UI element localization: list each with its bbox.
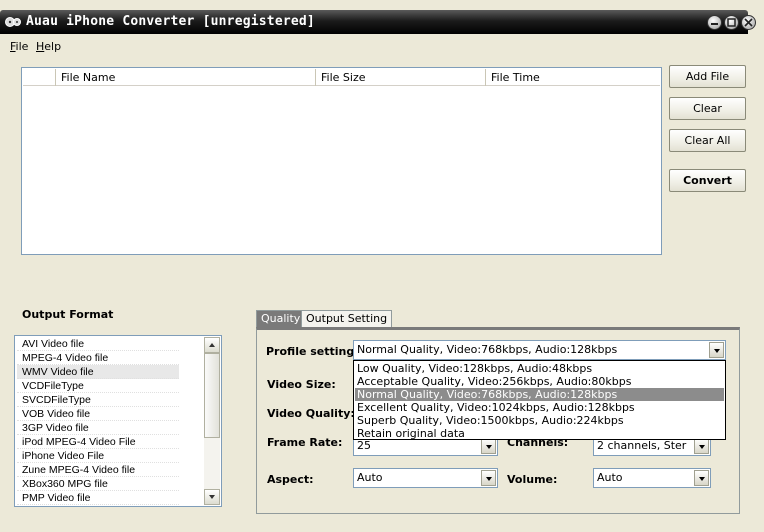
profile-option[interactable]: Superb Quality, Video:1500kbps, Audio:22… bbox=[355, 414, 724, 427]
column-header-select[interactable] bbox=[23, 69, 56, 86]
profile-option-highlighted[interactable]: Normal Quality, Video:768kbps, Audio:128… bbox=[355, 388, 724, 401]
video-quality-label: Video Quality: bbox=[267, 407, 355, 420]
clear-button[interactable]: Clear bbox=[669, 97, 746, 120]
format-item[interactable]: PMP Video file bbox=[17, 491, 179, 505]
frame-rate-value: 25 bbox=[357, 439, 371, 452]
format-item[interactable]: XBox360 MPG file bbox=[17, 477, 179, 491]
app-window: Auau iPhone Converter [unregistered] Fil… bbox=[0, 0, 764, 532]
format-item[interactable]: Zune MPEG-4 Video file bbox=[17, 463, 179, 477]
chevron-down-icon bbox=[209, 495, 215, 499]
chevron-up-icon bbox=[209, 343, 215, 347]
format-item[interactable]: AVI Video file bbox=[17, 337, 179, 351]
chevron-down-icon[interactable] bbox=[694, 438, 709, 454]
tab-output-setting[interactable]: Output Setting bbox=[301, 310, 393, 327]
maximize-icon bbox=[727, 18, 736, 27]
window-title: Auau iPhone Converter [unregistered] bbox=[26, 14, 315, 29]
profile-setting-label: Profile setting: bbox=[266, 345, 359, 358]
profile-option[interactable]: Acceptable Quality, Video:256kbps, Audio… bbox=[355, 375, 724, 388]
title-bar: Auau iPhone Converter [unregistered] bbox=[0, 10, 756, 34]
file-list-header: File Name File Size File Time bbox=[23, 69, 660, 86]
volume-value: Auto bbox=[597, 471, 623, 484]
chevron-down-icon[interactable] bbox=[709, 342, 724, 358]
scroll-down-button[interactable] bbox=[204, 489, 220, 505]
format-item[interactable]: iPhone Video File bbox=[17, 449, 179, 463]
volume-select[interactable]: Auto bbox=[593, 468, 711, 488]
profile-option[interactable]: Excellent Quality, Video:1024kbps, Audio… bbox=[355, 401, 724, 414]
format-list-scrollbar[interactable] bbox=[204, 337, 220, 505]
column-header-file-size[interactable]: File Size bbox=[316, 69, 486, 86]
format-item[interactable]: SVCDFileType bbox=[17, 393, 179, 407]
profile-setting-select[interactable]: Normal Quality, Video:768kbps, Audio:128… bbox=[353, 340, 726, 360]
profile-setting-value: Normal Quality, Video:768kbps, Audio:128… bbox=[357, 343, 618, 356]
video-size-label: Video Size: bbox=[267, 378, 336, 391]
aspect-select[interactable]: Auto bbox=[353, 468, 498, 488]
convert-button[interactable]: Convert bbox=[669, 169, 746, 192]
menu-file[interactable]: File bbox=[10, 40, 28, 53]
tab-quality[interactable]: Quality bbox=[256, 310, 306, 327]
menu-file-label: ile bbox=[15, 40, 29, 53]
menu-help[interactable]: Help bbox=[36, 40, 61, 53]
chevron-down-icon[interactable] bbox=[694, 470, 709, 486]
format-item[interactable]: 3GP Video file bbox=[17, 421, 179, 435]
minimize-button[interactable] bbox=[707, 15, 722, 30]
scroll-thumb[interactable] bbox=[204, 353, 220, 438]
aspect-value: Auto bbox=[357, 471, 383, 484]
menu-bar: File Help bbox=[0, 34, 748, 56]
volume-label: Volume: bbox=[507, 473, 558, 486]
film-reel-icon bbox=[5, 17, 21, 27]
minimize-icon bbox=[711, 23, 718, 25]
channels-value: 2 channels, Ster bbox=[597, 439, 687, 452]
scroll-up-button[interactable] bbox=[204, 337, 220, 353]
profile-option[interactable]: Low Quality, Video:128kbps, Audio:48kbps bbox=[355, 362, 724, 375]
format-item[interactable]: MPEG-4 Video file bbox=[17, 351, 179, 365]
format-item[interactable]: VOB Video file bbox=[17, 407, 179, 421]
clear-all-button[interactable]: Clear All bbox=[669, 129, 746, 152]
close-button[interactable] bbox=[741, 15, 756, 30]
add-file-button[interactable]: Add File bbox=[669, 65, 746, 88]
file-list[interactable]: File Name File Size File Time bbox=[21, 67, 662, 255]
format-item[interactable]: VCDFileType bbox=[17, 379, 179, 393]
profile-option[interactable]: Retain original data bbox=[355, 427, 724, 440]
format-item-selected[interactable]: WMV Video file bbox=[17, 365, 179, 379]
aspect-label: Aspect: bbox=[267, 473, 314, 486]
column-header-file-time[interactable]: File Time bbox=[486, 69, 661, 86]
format-item[interactable]: iPod MPEG-4 Video File bbox=[17, 435, 179, 449]
chevron-down-icon[interactable] bbox=[481, 438, 496, 454]
profile-dropdown-list[interactable]: Low Quality, Video:128kbps, Audio:48kbps… bbox=[353, 360, 726, 440]
output-format-list[interactable]: AVI Video file MPEG-4 Video file WMV Vid… bbox=[14, 335, 222, 507]
frame-rate-label: Frame Rate: bbox=[267, 436, 343, 449]
close-icon bbox=[744, 18, 753, 27]
maximize-button[interactable] bbox=[724, 15, 739, 30]
column-header-file-name[interactable]: File Name bbox=[56, 69, 316, 86]
chevron-down-icon[interactable] bbox=[481, 470, 496, 486]
output-format-label: Output Format bbox=[22, 308, 114, 321]
menu-help-label: elp bbox=[44, 40, 62, 53]
